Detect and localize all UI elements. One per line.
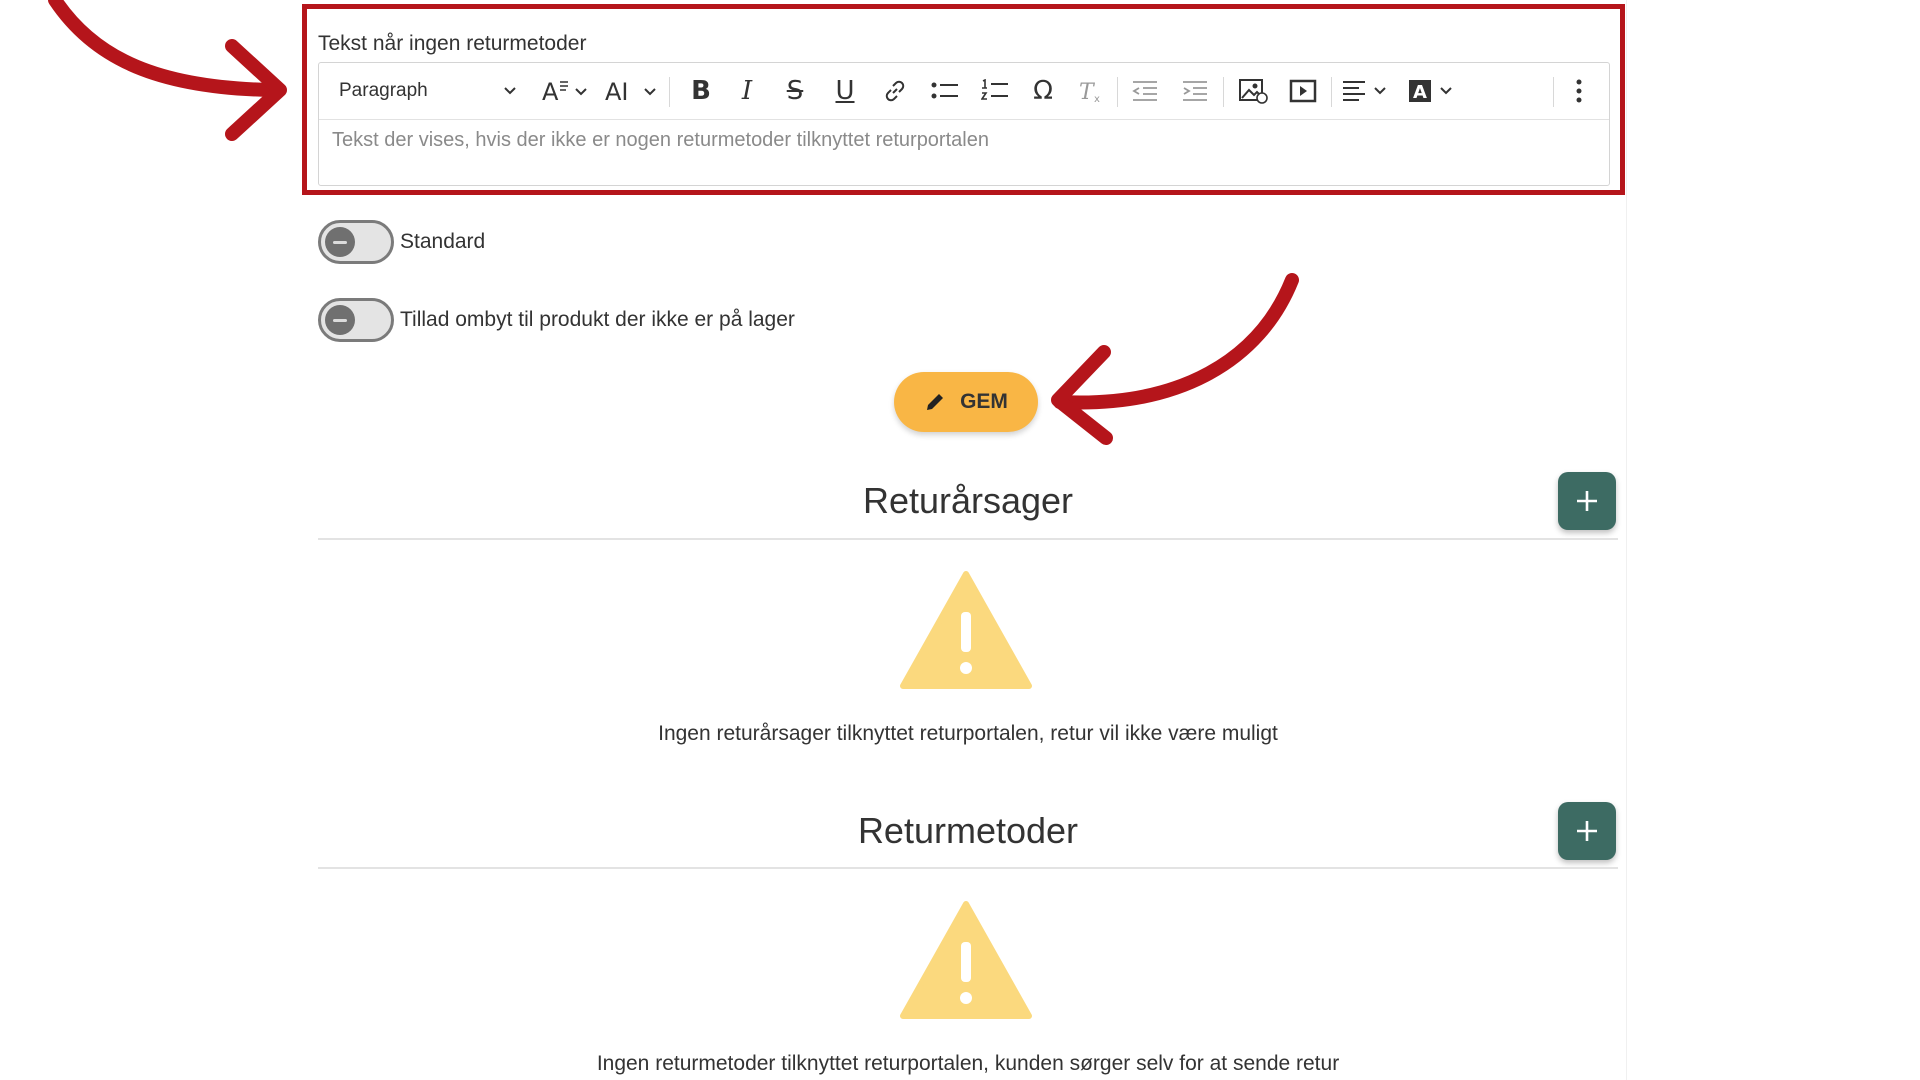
plus-icon bbox=[1577, 491, 1597, 511]
standard-toggle-label: Standard bbox=[400, 230, 486, 253]
allow-swap-toggle[interactable] bbox=[318, 298, 394, 342]
standard-toggle[interactable] bbox=[318, 220, 394, 264]
toggle-row-swap: Tillad ombyt til produkt der ikke er på … bbox=[318, 298, 795, 342]
return-methods-title: Returmetoder bbox=[857, 810, 1079, 851]
section-divider bbox=[318, 867, 1618, 869]
add-return-reason-button[interactable] bbox=[1558, 472, 1616, 530]
minus-icon bbox=[325, 305, 355, 335]
save-button[interactable]: GEM bbox=[894, 372, 1038, 432]
allow-swap-toggle-label: Tillad ombyt til produkt der ikke er på … bbox=[400, 308, 795, 331]
return-reasons-title: Returårsager bbox=[862, 480, 1074, 521]
save-button-label: GEM bbox=[960, 390, 1008, 413]
warning-icon bbox=[900, 571, 1032, 689]
pencil-icon bbox=[927, 394, 944, 410]
arrow-to-editor bbox=[48, 0, 287, 141]
minus-icon bbox=[325, 227, 355, 257]
return-methods-empty-text: Ingen returmetoder tilknyttet returporta… bbox=[596, 1052, 1340, 1075]
highlight-box bbox=[302, 4, 1625, 195]
section-divider bbox=[318, 538, 1618, 540]
plus-icon bbox=[1577, 821, 1597, 841]
return-reasons-empty-text: Ingen returårsager tilknyttet returporta… bbox=[658, 722, 1278, 745]
warning-icon bbox=[900, 901, 1032, 1019]
add-return-method-button[interactable] bbox=[1558, 802, 1616, 860]
toggle-row-standard: Standard bbox=[318, 220, 485, 264]
